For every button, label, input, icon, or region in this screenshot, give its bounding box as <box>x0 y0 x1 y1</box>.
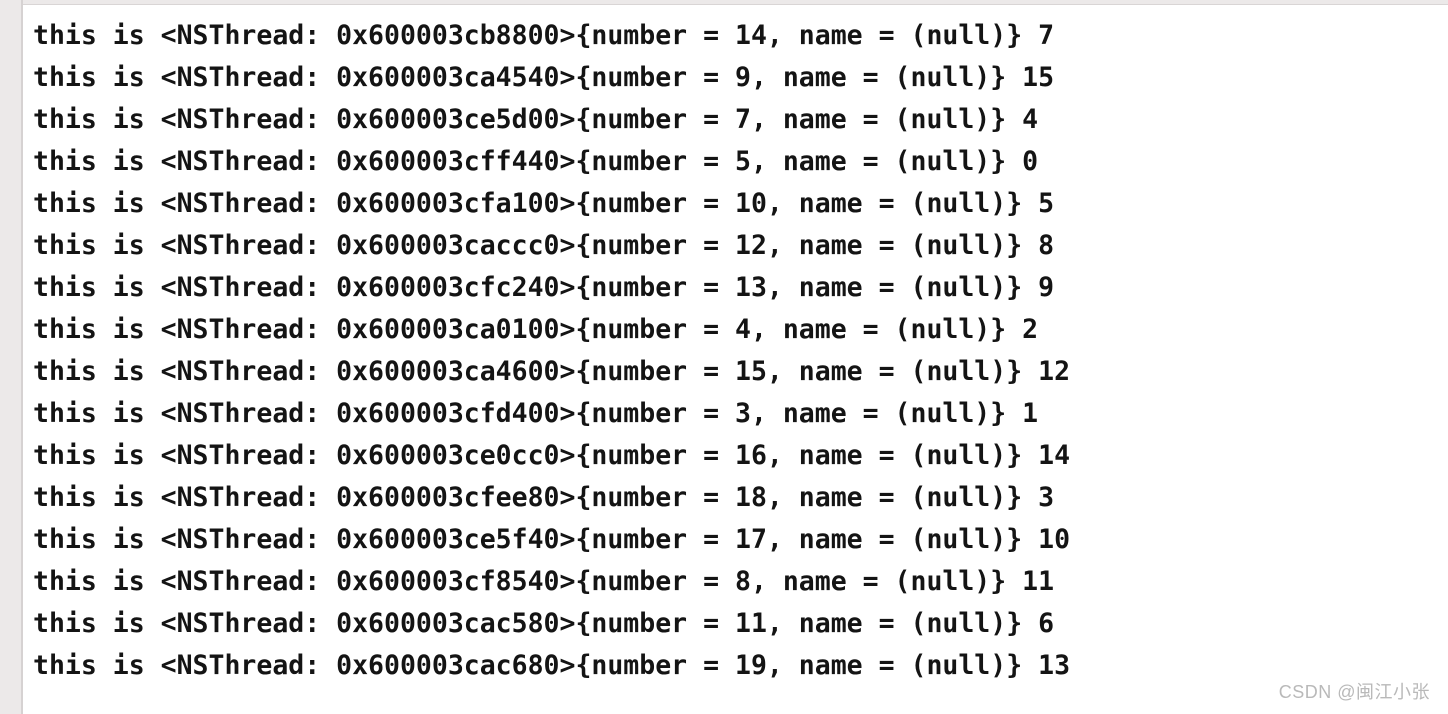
console-log-output[interactable]: this is <NSThread: 0x600003cb8800>{numbe… <box>23 5 1448 714</box>
log-line: this is <NSThread: 0x600003cac680>{numbe… <box>33 650 1071 681</box>
log-line: this is <NSThread: 0x600003ca4540>{numbe… <box>33 62 1055 93</box>
log-line: this is <NSThread: 0x600003caccc0>{numbe… <box>33 230 1055 261</box>
log-line: this is <NSThread: 0x600003cf8540>{numbe… <box>33 566 1055 597</box>
log-line: this is <NSThread: 0x600003ca0100>{numbe… <box>33 314 1039 345</box>
log-line: this is <NSThread: 0x600003cfee80>{numbe… <box>33 482 1055 513</box>
log-line: this is <NSThread: 0x600003cfa100>{numbe… <box>33 188 1055 219</box>
log-line: this is <NSThread: 0x600003cfd400>{numbe… <box>33 398 1039 429</box>
log-line: this is <NSThread: 0x600003ce0cc0>{numbe… <box>33 440 1071 471</box>
watermark: CSDN @闽江小张 <box>1278 682 1430 702</box>
editor-gutter[interactable] <box>0 0 21 714</box>
log-line: this is <NSThread: 0x600003cb8800>{numbe… <box>33 20 1055 51</box>
log-line: this is <NSThread: 0x600003ce5f40>{numbe… <box>33 524 1071 555</box>
log-line: this is <NSThread: 0x600003cff440>{numbe… <box>33 146 1039 177</box>
log-line: this is <NSThread: 0x600003cfc240>{numbe… <box>33 272 1055 303</box>
console-window: this is <NSThread: 0x600003cb8800>{numbe… <box>0 0 1448 714</box>
log-line: this is <NSThread: 0x600003ce5d00>{numbe… <box>33 104 1039 135</box>
log-line: this is <NSThread: 0x600003ca4600>{numbe… <box>33 356 1071 387</box>
log-line: this is <NSThread: 0x600003cac580>{numbe… <box>33 608 1055 639</box>
